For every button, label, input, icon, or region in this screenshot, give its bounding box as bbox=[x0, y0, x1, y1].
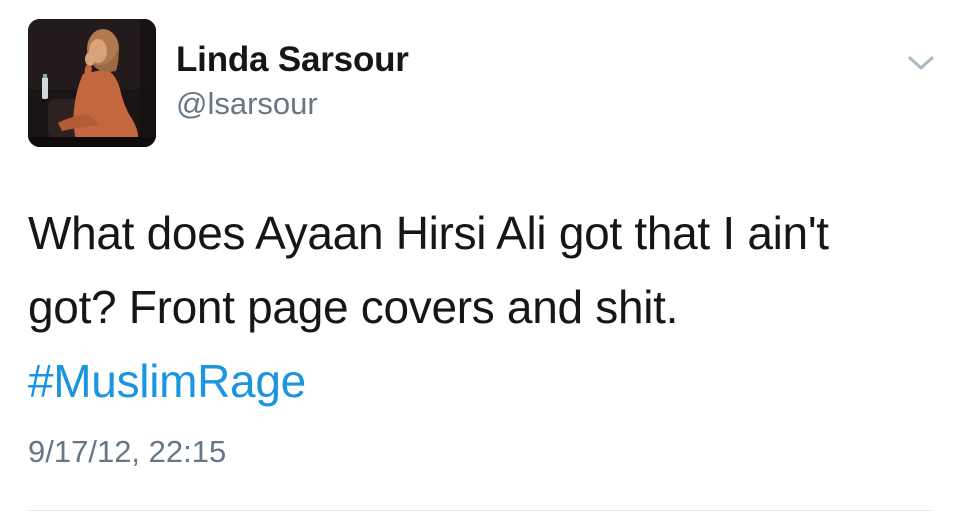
chevron-down-icon[interactable] bbox=[904, 50, 938, 76]
tweet-text-line: got? Front page covers and shit. bbox=[28, 281, 679, 333]
hashtag-link[interactable]: #MuslimRage bbox=[28, 355, 306, 407]
profile-photo-icon bbox=[28, 19, 156, 147]
tweet-text-line: What does Ayaan Hirsi Ali got that I ain… bbox=[28, 207, 829, 259]
avatar[interactable] bbox=[28, 19, 156, 147]
divider bbox=[28, 510, 932, 511]
display-name[interactable]: Linda Sarsour bbox=[176, 40, 409, 80]
tweet-text: What does Ayaan Hirsi Ali got that I ain… bbox=[28, 196, 928, 418]
tweet-card: Linda Sarsour @lsarsour What does Ayaan … bbox=[0, 0, 960, 514]
user-handle[interactable]: @lsarsour bbox=[176, 86, 318, 122]
tweet-timestamp[interactable]: 9/17/12, 22:15 bbox=[28, 434, 226, 470]
